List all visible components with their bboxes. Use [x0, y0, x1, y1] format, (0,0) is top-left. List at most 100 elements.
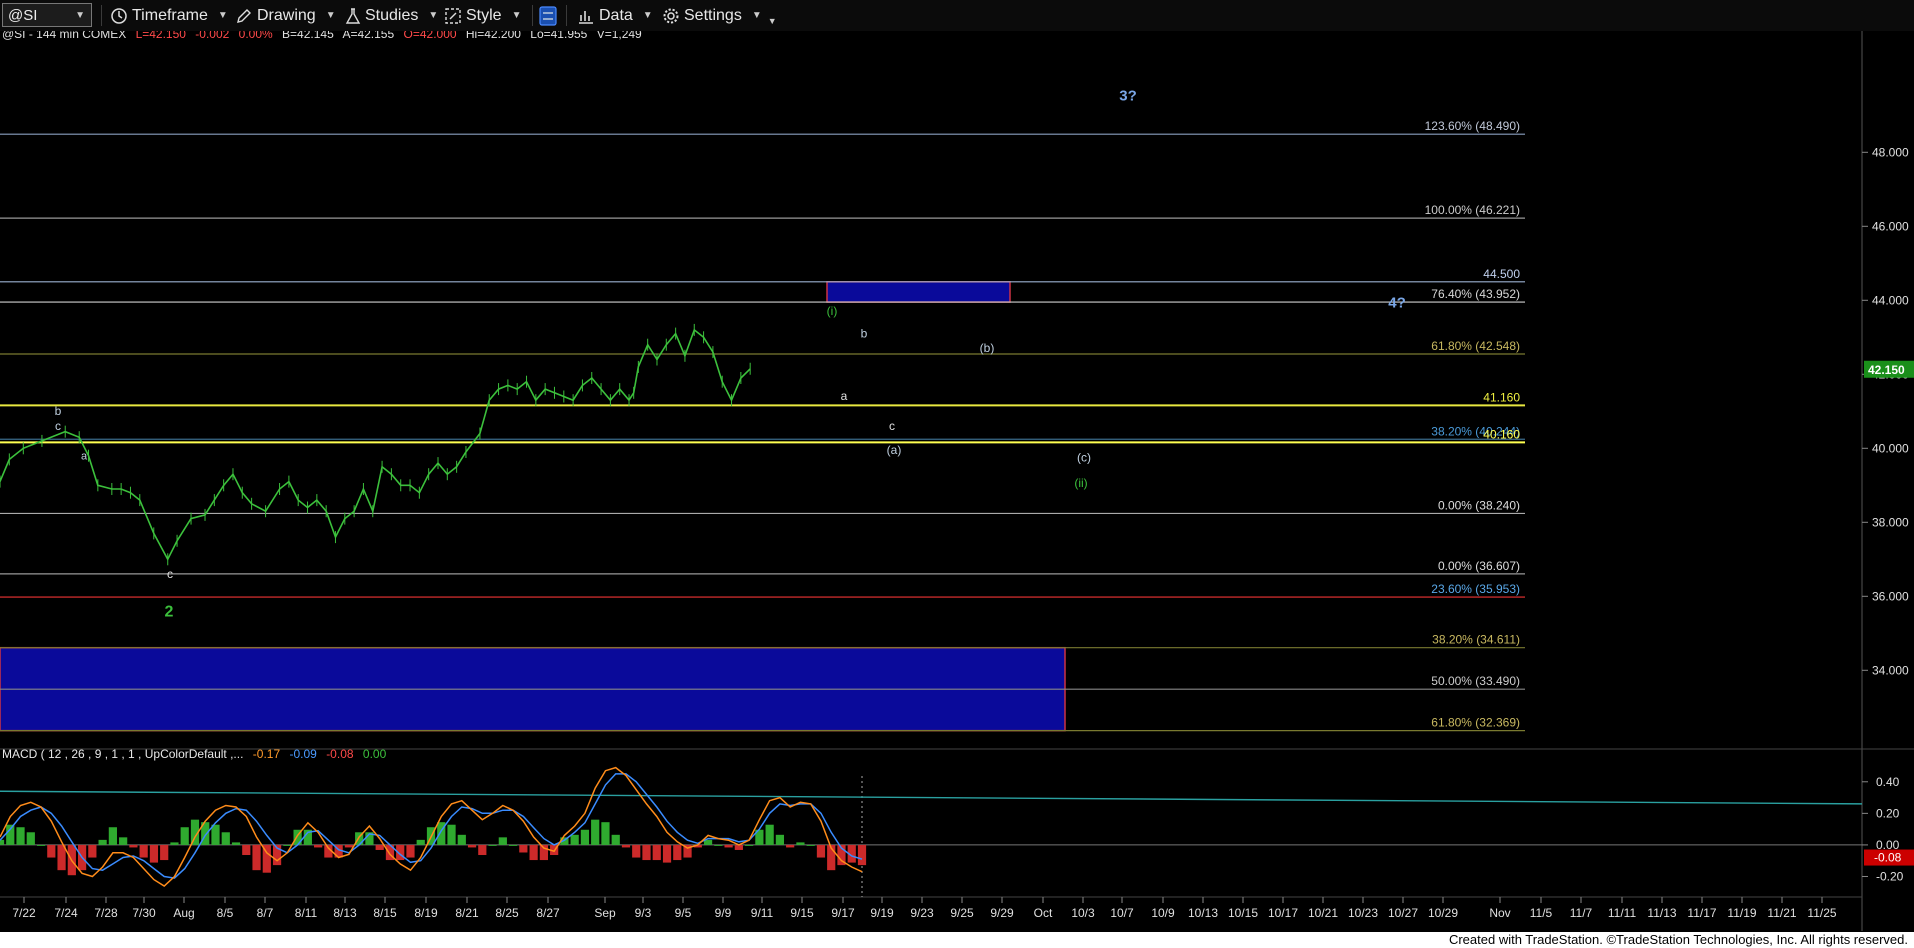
macd-histogram-bar — [26, 832, 35, 845]
date-tick-label: Sep — [594, 906, 616, 920]
date-tick-label: 8/13 — [333, 906, 357, 920]
toolbar-divider — [532, 5, 533, 26]
date-tick-label: 11/13 — [1647, 906, 1676, 920]
layout-icon — [539, 5, 557, 26]
bar-chart-icon — [579, 10, 593, 24]
date-tick-label: 9/15 — [790, 906, 814, 920]
zero-value: 0.00 — [363, 747, 387, 761]
date-tick-label: 10/17 — [1268, 906, 1298, 920]
macd-histogram-bar — [344, 844, 354, 848]
date-tick-label: 11/19 — [1727, 906, 1756, 920]
price-tick-label: 44.000 — [1872, 293, 1909, 307]
macd-histogram-bar — [447, 824, 456, 845]
drawing-label: Drawing — [257, 6, 316, 24]
toolbar-divider — [566, 5, 567, 26]
target-zone-box — [826, 281, 1011, 303]
settings-menu[interactable]: Settings ▼ ▼ — [662, 0, 777, 31]
layout-button[interactable] — [538, 0, 558, 31]
price-tick-label: 38.000 — [1872, 515, 1909, 529]
chevron-down-icon: ▼ — [217, 10, 228, 21]
wave-label: b — [861, 326, 868, 340]
date-tick-label: 11/5 — [1530, 906, 1553, 920]
fib-label: 50.00% (33.490) — [1431, 674, 1520, 688]
macd-histogram-bar — [139, 844, 148, 858]
timeframe-label: Timeframe — [132, 6, 208, 24]
macd-histogram-bar — [160, 844, 169, 861]
low-text: Lo=41.955 — [530, 31, 587, 41]
macd-histogram-bar — [765, 824, 774, 845]
style-label: Style — [466, 6, 502, 24]
macd-histogram-bar — [601, 822, 610, 845]
timeframe-menu[interactable]: Timeframe ▼ — [110, 0, 228, 31]
date-tick-label: 9/3 — [635, 906, 652, 920]
macd-last-label: -0.08 — [1874, 851, 1902, 865]
last-price-label: 42.150 — [1868, 363, 1905, 377]
macd-histogram-bar — [806, 844, 815, 846]
date-tick-label: 9/9 — [715, 906, 732, 920]
date-tick-label: 10/21 — [1308, 906, 1338, 920]
date-tick-label: 8/27 — [536, 906, 560, 920]
fib-label: 44.500 — [1483, 267, 1520, 281]
macd-histogram-bar — [467, 844, 477, 848]
macd-histogram-bar — [406, 844, 415, 858]
macd-histogram-bar — [57, 844, 66, 871]
macd-histogram-bar — [416, 839, 425, 845]
wave-label: c — [55, 419, 61, 433]
macd-histogram-bar — [47, 844, 56, 858]
data-menu[interactable]: Data ▼ — [577, 0, 653, 31]
wave-label: 2 — [165, 604, 174, 621]
macd-tick-label: -0.20 — [1876, 869, 1904, 883]
macd-histogram-bar — [570, 834, 579, 845]
macd-histogram-bar — [580, 829, 590, 845]
macd-histogram-bar — [6, 824, 15, 845]
date-tick-label: 10/13 — [1188, 906, 1218, 920]
macd-histogram-bar — [775, 834, 785, 845]
date-tick-label: 9/17 — [831, 906, 855, 920]
macd-title-text: MACD ( 12 , 26 , 9 , 1 , 1 , UpColorDefa… — [2, 747, 243, 761]
settings-label: Settings — [684, 6, 742, 24]
fib-label: 100.00% (46.221) — [1425, 203, 1520, 217]
date-tick-label: 10/29 — [1428, 906, 1458, 920]
last-price-text: L=42.150 — [136, 31, 187, 41]
gear-icon — [663, 8, 679, 23]
macd-tick-label: 0.20 — [1876, 806, 1900, 820]
price-tick-label: 36.000 — [1872, 589, 1909, 603]
price-tick-label: 46.000 — [1872, 219, 1909, 233]
price-tick-label: 34.000 — [1872, 663, 1909, 677]
macd-histogram-bar — [16, 827, 25, 845]
hist-value: -0.08 — [326, 747, 354, 761]
date-tick-label: 10/7 — [1110, 906, 1134, 920]
macd-histogram-bar — [652, 844, 661, 861]
macd-histogram-bar — [673, 844, 682, 861]
date-tick-label: Aug — [173, 906, 194, 920]
macd-histogram-bar — [611, 834, 620, 845]
date-tick-label: 8/25 — [495, 906, 519, 920]
symbol-text: @SI — [8, 6, 38, 24]
toolbar: @SI ▼ Timeframe ▼ Drawing ▼ Studies ▼ St… — [0, 0, 1914, 32]
symbol-selector[interactable]: @SI ▼ — [2, 3, 92, 27]
date-tick-label: 9/23 — [910, 906, 934, 920]
macd-histogram-bar — [621, 844, 631, 848]
macd-histogram-bar — [170, 842, 179, 845]
date-tick-label: 11/21 — [1767, 906, 1796, 920]
date-tick-label: 8/7 — [257, 906, 274, 920]
wave-label: (c) — [1077, 450, 1091, 464]
date-tick-label: 10/15 — [1228, 906, 1258, 920]
macd-title: MACD ( 12 , 26 , 9 , 1 , 1 , UpColorDefa… — [2, 747, 387, 761]
studies-menu[interactable]: Studies ▼ — [345, 0, 438, 31]
fib-label: 41.160 — [1483, 390, 1520, 404]
macd-value: -0.17 — [253, 747, 281, 761]
date-tick-label: Oct — [1034, 906, 1053, 920]
open-text: O=42.000 — [404, 31, 457, 41]
macd-histogram-bar — [119, 837, 128, 845]
change-pct-text: 0.00% — [239, 31, 273, 41]
macd-histogram-bar — [632, 844, 641, 858]
wave-label: b — [55, 404, 62, 418]
bid-text: B=42.145 — [282, 31, 334, 41]
drawing-menu[interactable]: Drawing ▼ — [235, 0, 336, 31]
date-tick-label: 11/25 — [1807, 906, 1836, 920]
chevron-down-icon: ▼ — [751, 10, 762, 21]
chevron-down-icon: ▼ — [511, 10, 522, 21]
macd-histogram-bar — [129, 844, 138, 848]
style-menu[interactable]: Style ▼ — [444, 0, 521, 31]
